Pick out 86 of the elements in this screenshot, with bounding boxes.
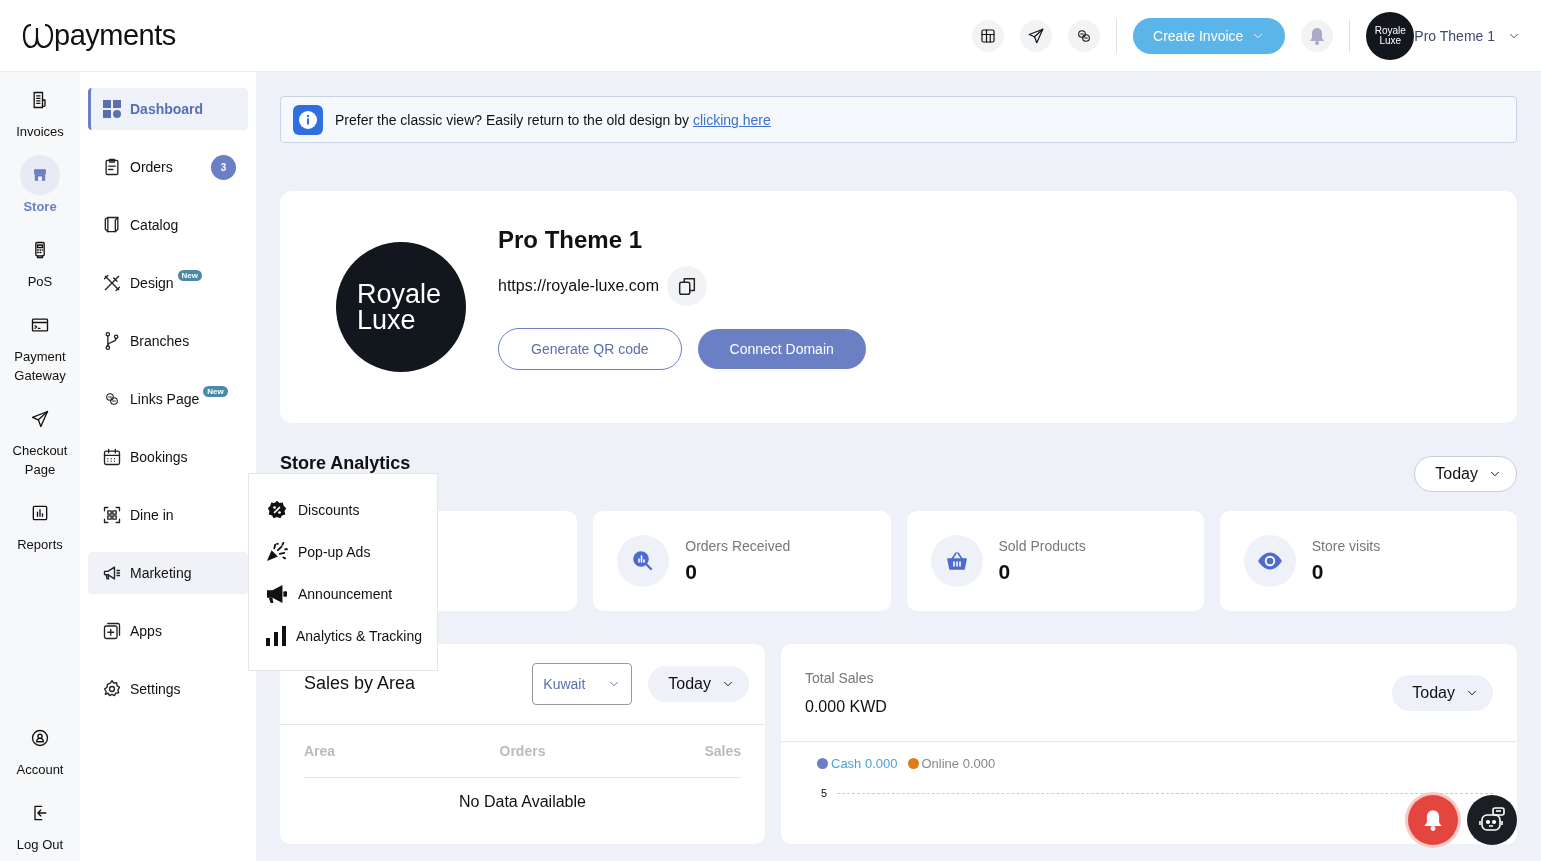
store-action-button[interactable]: Generate QR code xyxy=(498,328,682,370)
region-dropdown[interactable]: Kuwait xyxy=(532,663,633,705)
link-icon xyxy=(1076,27,1093,44)
account-icon xyxy=(30,728,50,748)
stat-value: 0 xyxy=(685,560,698,584)
links-button[interactable] xyxy=(1068,19,1101,52)
rail-item[interactable]: Log Out xyxy=(0,793,80,861)
sidebar-item[interactable]: Design New xyxy=(88,262,248,304)
bar-chart-icon xyxy=(266,626,286,646)
submenu-item[interactable]: Analytics & Tracking xyxy=(266,615,420,657)
sidebar-item[interactable]: Orders 3 xyxy=(88,146,248,188)
period-dropdown[interactable]: Today xyxy=(1414,456,1517,492)
send-button[interactable] xyxy=(1020,19,1053,52)
rail-item[interactable]: Account xyxy=(0,718,80,793)
new-badge: New xyxy=(177,270,203,281)
rail-item[interactable]: Store xyxy=(0,155,80,230)
card-title: Sales by Area xyxy=(304,672,417,694)
rail-item[interactable]: Checkout Page xyxy=(0,399,80,493)
rail-item[interactable]: PoS xyxy=(0,230,80,305)
marketing-icon xyxy=(102,563,122,583)
column-header: Area xyxy=(304,743,337,759)
submenu-item[interactable]: Announcement xyxy=(266,573,420,615)
store-logo: Royale Luxe xyxy=(336,242,466,372)
sidebar-item[interactable]: Apps xyxy=(88,610,248,652)
dinein-icon xyxy=(102,505,122,525)
party-popper-icon xyxy=(266,542,288,562)
count-badge: 3 xyxy=(211,154,236,180)
stat-value: 0 xyxy=(1311,560,1325,584)
submenu-item[interactable]: Pop-up Ads xyxy=(266,531,420,573)
store-name: Pro Theme 1 xyxy=(498,226,644,254)
checkout-icon xyxy=(30,409,50,429)
sidebar-item[interactable]: Branches xyxy=(88,320,248,362)
sidebar-item[interactable]: Dashboard xyxy=(88,88,248,130)
legend-item[interactable]: Online 0.000 xyxy=(907,756,996,771)
notice-text: Prefer the classic view? Easily return to the old design by clicking here xyxy=(335,111,771,128)
rail-item[interactable]: Invoices xyxy=(0,80,80,155)
new-badge: New xyxy=(203,386,228,397)
stat-label: Store visits xyxy=(1311,538,1381,554)
sidebar-item[interactable]: Bookings xyxy=(88,436,248,478)
catalog-icon xyxy=(102,215,122,235)
megaphone-icon xyxy=(266,584,288,604)
submenu-item[interactable]: Discounts xyxy=(266,489,420,531)
store-icon xyxy=(32,167,48,183)
bookings-icon xyxy=(102,447,122,467)
alerts-button[interactable] xyxy=(1408,795,1458,845)
settings-icon xyxy=(102,679,122,699)
empty-message: No Data Available xyxy=(458,793,587,811)
sidebar-item[interactable]: Dine in xyxy=(88,494,248,536)
column-header: Orders xyxy=(498,743,547,759)
sidebar-item[interactable]: Catalog xyxy=(88,204,248,246)
stat-value: 0 xyxy=(998,560,1012,584)
copy-button[interactable] xyxy=(666,266,707,306)
axis-tick-label: 5 xyxy=(821,787,828,799)
classic-view-link[interactable]: clicking here xyxy=(692,111,771,128)
period-dropdown[interactable]: Today xyxy=(1392,674,1493,711)
info-icon xyxy=(299,110,317,129)
bell-icon xyxy=(1309,26,1326,45)
logo-mark-icon xyxy=(22,21,54,50)
column-header: Sales xyxy=(703,743,741,759)
stat-label: Orders Received xyxy=(685,538,791,554)
store-url: https://royale-luxe.com xyxy=(498,277,659,295)
store-action-button[interactable]: Connect Domain xyxy=(697,329,866,369)
sidebar-item[interactable]: Links Page New xyxy=(88,378,248,420)
profile-menu[interactable]: Pro Theme 1 xyxy=(1414,27,1521,44)
period-dropdown[interactable]: Today xyxy=(648,666,749,702)
logo-text: payments xyxy=(54,19,176,52)
store-grid-icon xyxy=(979,26,998,45)
rail-item[interactable]: Reports xyxy=(0,493,80,568)
basket-icon xyxy=(944,549,969,573)
store-avatar: Royale Luxe xyxy=(1366,11,1415,60)
bell-icon xyxy=(1423,809,1443,831)
links-icon xyxy=(104,391,120,407)
rail-item[interactable]: Payment Gateway xyxy=(0,305,80,399)
section-title: Store Analytics xyxy=(280,452,411,474)
stat-label: Sold Products xyxy=(998,538,1086,554)
grid-button[interactable] xyxy=(972,19,1005,52)
card-title: Total Sales xyxy=(805,669,875,686)
sidebar-item[interactable]: Settings xyxy=(88,668,248,710)
paper-plane-icon xyxy=(1027,26,1046,45)
design-icon xyxy=(102,273,122,293)
robot-icon xyxy=(1478,806,1506,834)
dashboard-icon xyxy=(103,100,121,118)
total-amount: 0.000 KWD xyxy=(805,697,887,716)
apps-icon xyxy=(102,621,122,641)
reports-icon xyxy=(30,503,50,523)
discounts-icon xyxy=(267,500,287,520)
